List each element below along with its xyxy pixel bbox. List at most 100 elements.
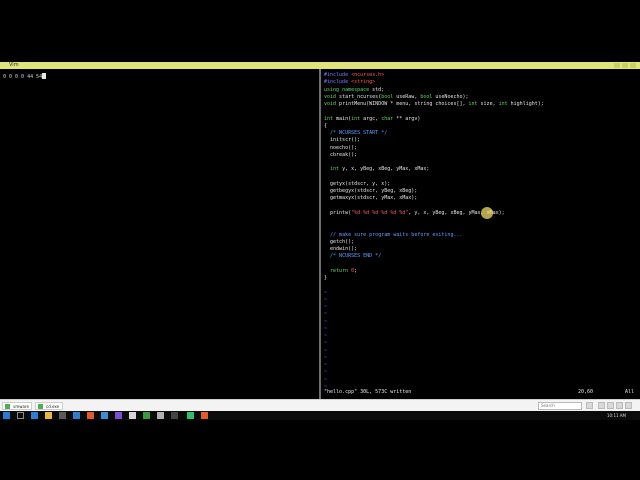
- code-token: int: [468, 101, 478, 107]
- terminal-icon[interactable]: [171, 412, 178, 419]
- cursor-position: 20,60: [578, 389, 594, 395]
- edge-icon[interactable]: [31, 412, 38, 419]
- code-token: <string>: [351, 79, 376, 86]
- app-icon[interactable]: [201, 412, 208, 419]
- app-icon[interactable]: [115, 412, 122, 419]
- code-line[interactable]: [324, 108, 544, 115]
- code-line[interactable]: ~: [324, 319, 544, 326]
- terminal-output-pane[interactable]: 0 0 0 0 44 54: [0, 69, 319, 399]
- code-token: ~: [324, 318, 328, 325]
- code-line[interactable]: ~: [324, 304, 544, 311]
- code-line[interactable]: }: [324, 275, 544, 282]
- tab-cd-exe[interactable]: cd.exe: [35, 402, 63, 410]
- minimize-button[interactable]: [614, 63, 620, 68]
- window-titlebar[interactable]: Vim: [0, 62, 640, 69]
- start-icon[interactable]: [3, 412, 10, 419]
- code-line[interactable]: ~: [324, 369, 544, 376]
- settings-icon[interactable]: [616, 402, 623, 409]
- vim-icon[interactable]: [187, 412, 194, 419]
- code-token: ~: [324, 362, 328, 368]
- code-line[interactable]: printw("%d %d %d %d %d %d", y, x, yBeg, …: [324, 210, 544, 217]
- vim-editor-pane[interactable]: #include <ncurses.h> #include <string> usi…: [321, 69, 640, 399]
- code-token: cbreak();: [324, 151, 358, 158]
- terminal-cursor: [42, 73, 47, 79]
- app-icon[interactable]: [129, 412, 136, 419]
- code-line[interactable]: [324, 174, 544, 181]
- code-line[interactable]: getch();: [324, 239, 544, 246]
- code-line[interactable]: using namespace std;: [324, 87, 544, 94]
- code-line[interactable]: [324, 224, 544, 231]
- code-line[interactable]: ~: [324, 348, 544, 355]
- code-line[interactable]: ~: [324, 340, 544, 347]
- code-token: int: [324, 115, 334, 122]
- code-token: ~: [324, 376, 328, 383]
- code-line[interactable]: getyx(stdscr, y, x);: [324, 181, 544, 188]
- code-line[interactable]: int main(int argc, char ** argv): [324, 116, 544, 123]
- code-line[interactable]: void start_ncurses(bool useRaw, bool use…: [324, 94, 544, 101]
- code-line[interactable]: #include <ncurses.h>: [324, 72, 544, 79]
- code-line[interactable]: // make sure program waits before exitin…: [324, 232, 544, 239]
- code-token: ~: [324, 333, 328, 339]
- code-buffer[interactable]: #include <ncurses.h> #include <string> usi…: [324, 72, 544, 391]
- maximize-button[interactable]: [622, 63, 628, 68]
- task-view-icon[interactable]: [17, 412, 24, 419]
- code-line[interactable]: [324, 159, 544, 166]
- code-line[interactable]: cbreak();: [324, 152, 544, 159]
- back-icon[interactable]: [598, 402, 605, 409]
- code-line[interactable]: noecho();: [324, 145, 544, 152]
- code-line[interactable]: ~: [324, 362, 544, 369]
- code-line[interactable]: [324, 282, 544, 289]
- code-token: ** argv): [393, 115, 421, 122]
- code-line[interactable]: [324, 217, 544, 224]
- tab-label: vmware: [13, 404, 30, 409]
- search-input[interactable]: Search: [538, 402, 582, 410]
- search-icon[interactable]: [586, 402, 593, 409]
- code-line[interactable]: [324, 203, 544, 210]
- taskbar-clock[interactable]: 10:11 AM: [607, 411, 626, 420]
- office-icon[interactable]: [87, 412, 94, 419]
- code-token: main(: [333, 115, 352, 122]
- code-line[interactable]: initscr();: [324, 137, 544, 144]
- code-line[interactable]: {: [324, 123, 544, 130]
- forward-icon[interactable]: [607, 402, 614, 409]
- app-icon[interactable]: [157, 412, 164, 419]
- code-token: return: [330, 267, 349, 274]
- store-icon[interactable]: [59, 412, 66, 419]
- code-token: ~: [324, 354, 328, 361]
- code-line[interactable]: /* NCURSES START */: [324, 130, 544, 137]
- app-icon[interactable]: [143, 412, 150, 419]
- code-token: void: [324, 93, 337, 100]
- code-line[interactable]: #include <string>: [324, 79, 544, 86]
- folder-icon[interactable]: [45, 412, 52, 419]
- code-token: argc,: [360, 115, 382, 122]
- code-line[interactable]: ~: [324, 311, 544, 318]
- code-token: using: [324, 86, 343, 93]
- bottom-black-band: [0, 420, 640, 480]
- code-line[interactable]: ~: [324, 377, 544, 384]
- app-icon[interactable]: [101, 412, 108, 419]
- mail-icon[interactable]: [73, 412, 80, 419]
- output-text: 0 0 0 0 44 54: [3, 74, 43, 80]
- code-line[interactable]: endwin();: [324, 246, 544, 253]
- code-line[interactable]: getmaxyx(stdscr, yMax, xMax);: [324, 195, 544, 202]
- code-token: // make sure program waits before exitin…: [330, 231, 463, 238]
- code-line[interactable]: int y, x, yBeg, xBeg, yMax, xMax;: [324, 166, 544, 173]
- code-line[interactable]: ~: [324, 297, 544, 304]
- code-line[interactable]: ~: [324, 333, 544, 340]
- close-icon[interactable]: [625, 402, 632, 409]
- code-line[interactable]: ~: [324, 290, 544, 297]
- code-line[interactable]: /* NCURSES END */: [324, 253, 544, 260]
- code-line[interactable]: return 0;: [324, 268, 544, 275]
- code-line[interactable]: getbegyx(stdscr, yBeg, xBeg);: [324, 188, 544, 195]
- code-line[interactable]: ~: [324, 355, 544, 362]
- code-line[interactable]: void printMenu(WINDOW * menu, string cho…: [324, 101, 544, 108]
- code-line[interactable]: [324, 261, 544, 268]
- code-token: ~: [324, 325, 328, 332]
- code-token: useRaw,: [393, 93, 421, 100]
- close-button[interactable]: [630, 63, 636, 68]
- code-line[interactable]: ~: [324, 326, 544, 333]
- code-token: ~: [324, 289, 328, 296]
- code-token: /* NCURSES END */: [330, 253, 382, 260]
- tab-vmware[interactable]: vmware: [2, 402, 32, 410]
- code-token: int: [330, 166, 340, 173]
